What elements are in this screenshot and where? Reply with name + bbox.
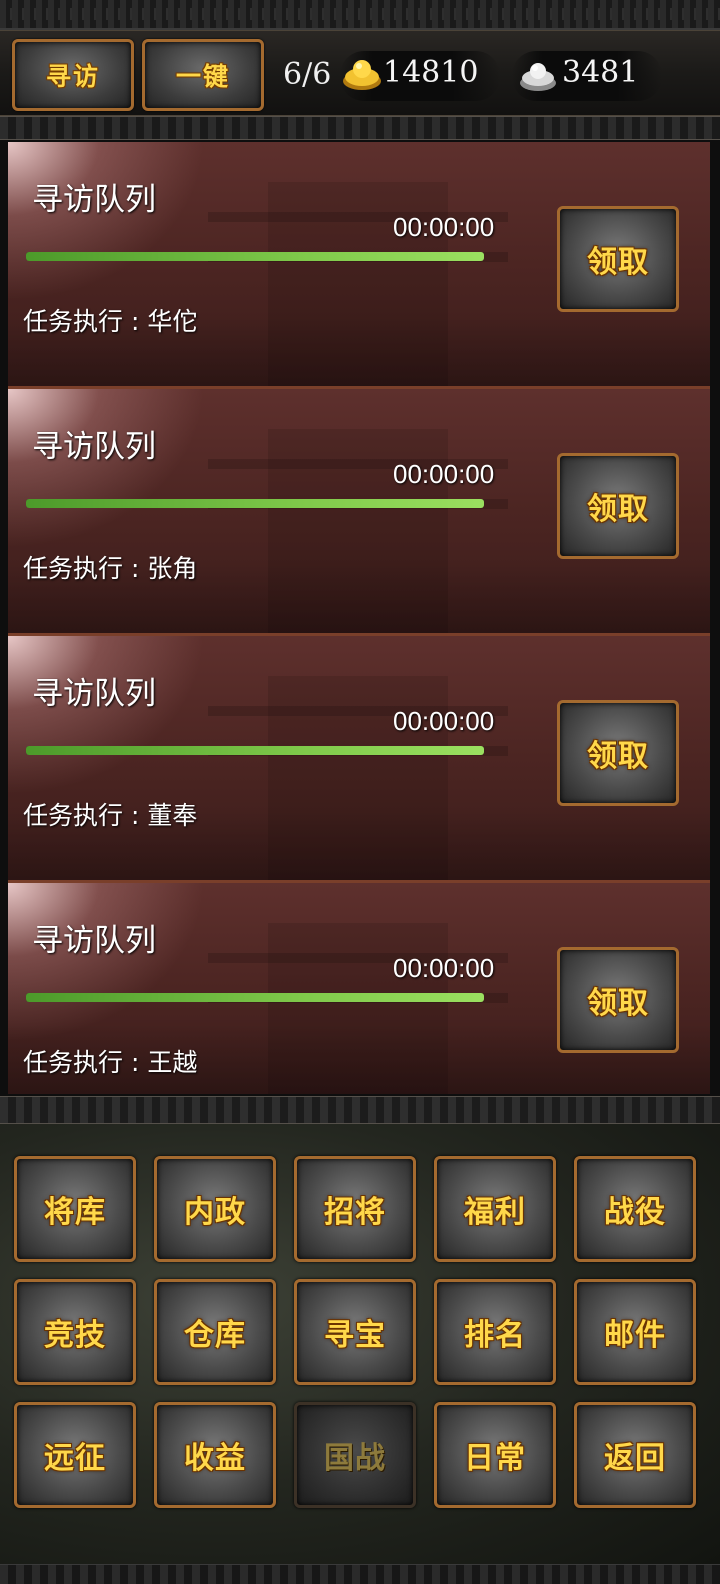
nav-button-2-4[interactable]: 返回 [574, 1402, 696, 1508]
nav-button-label: 战役 [604, 1195, 666, 1230]
nav-button-label: 国战 [324, 1441, 386, 1476]
nav-button-label: 仓库 [184, 1318, 246, 1353]
queue-executor: 任务执行 : 王越 [23, 1048, 198, 1077]
queue-card: 寻访队列 00:00:00 任务执行 : 王越 领取 [8, 883, 710, 1094]
queue-executor: 任务执行 : 华佗 [23, 307, 198, 336]
queue-progress-fill [26, 252, 484, 261]
claim-button[interactable]: 领取 [557, 206, 679, 312]
nav-button-label: 寻宝 [324, 1318, 386, 1353]
nav-button-0-0[interactable]: 将库 [14, 1156, 136, 1262]
claim-button[interactable]: 领取 [557, 453, 679, 559]
nav-button-1-1[interactable]: 仓库 [154, 1279, 276, 1385]
queue-progress-bar [26, 993, 484, 1002]
bottom-decorative-band [0, 1564, 720, 1584]
nav-button-2-1[interactable]: 收益 [154, 1402, 276, 1508]
nav-button-0-1[interactable]: 内政 [154, 1156, 276, 1262]
queue-title: 寻访队列 [32, 923, 156, 959]
nav-button-2-3[interactable]: 日常 [434, 1402, 556, 1508]
queue-progress-fill [26, 746, 484, 755]
silver-value: 3481 [562, 55, 639, 90]
queue-executor: 任务执行 : 张角 [23, 554, 198, 583]
main-nav-panel: 将库 内政 招将 福利 战役竞技 仓库 寻宝 排名 邮件远征 收益 国战 日常 返回 [0, 1124, 720, 1564]
queue-progress-fill [26, 993, 484, 1002]
nav-button-0-3[interactable]: 福利 [434, 1156, 556, 1262]
gold-value: 14810 [383, 55, 479, 90]
nav-button-label: 返回 [604, 1441, 666, 1476]
one-click-button[interactable]: 一键 [142, 39, 264, 111]
top-decorative-band [0, 0, 720, 30]
queue-executor: 任务执行 : 董奉 [23, 801, 198, 830]
visit-button[interactable]: 寻访 [12, 39, 134, 111]
claim-button[interactable]: 领取 [557, 947, 679, 1053]
nav-button-2-2[interactable]: 国战 [294, 1402, 416, 1508]
one-click-button-label: 一键 [175, 62, 230, 91]
queue-title: 寻访队列 [32, 182, 156, 218]
nav-button-label: 将库 [44, 1195, 106, 1230]
nav-button-1-2[interactable]: 寻宝 [294, 1279, 416, 1385]
nav-button-0-2[interactable]: 招将 [294, 1156, 416, 1262]
nav-button-label: 内政 [184, 1195, 246, 1230]
nav-button-0-4[interactable]: 战役 [574, 1156, 696, 1262]
resource-header: 寻访 一键 6/6 14810 3481 [0, 30, 720, 116]
queue-timer: 00:00:00 [393, 706, 495, 736]
nav-button-label: 竞技 [44, 1318, 106, 1353]
nav-button-1-4[interactable]: 邮件 [574, 1279, 696, 1385]
queue-timer: 00:00:00 [393, 212, 495, 242]
nav-button-1-3[interactable]: 排名 [434, 1279, 556, 1385]
queue-title: 寻访队列 [32, 429, 156, 465]
gold-ingot-icon [343, 60, 381, 90]
queue-card: 寻访队列 00:00:00 任务执行 : 张角 领取 [8, 389, 710, 636]
nav-button-2-0[interactable]: 远征 [14, 1402, 136, 1508]
nav-button-label: 收益 [184, 1441, 246, 1476]
queue-progress-bar [26, 746, 484, 755]
queue-progress-fill [26, 499, 484, 508]
list-bottom-divider [0, 1096, 720, 1124]
nav-button-1-0[interactable]: 竞技 [14, 1279, 136, 1385]
header-divider [0, 116, 720, 140]
queue-timer: 00:00:00 [393, 459, 495, 489]
queue-progress-bar [26, 499, 484, 508]
claim-button-label: 领取 [587, 245, 649, 280]
silver-ingot-icon [520, 63, 556, 91]
visit-queue-list: 寻访队列 00:00:00 任务执行 : 华佗 领取 寻访队列 00:00:00… [8, 142, 710, 1094]
nav-button-label: 邮件 [604, 1318, 666, 1353]
nav-button-label: 福利 [464, 1195, 526, 1230]
visit-button-label: 寻访 [45, 62, 100, 91]
nav-button-label: 日常 [464, 1441, 526, 1476]
claim-button-label: 领取 [587, 986, 649, 1021]
queue-card: 寻访队列 00:00:00 任务执行 : 华佗 领取 [8, 142, 710, 389]
queue-card: 寻访队列 00:00:00 任务执行 : 董奉 领取 [8, 636, 710, 883]
nav-button-label: 排名 [464, 1318, 526, 1353]
queue-title: 寻访队列 [32, 676, 156, 712]
claim-button[interactable]: 领取 [557, 700, 679, 806]
nav-button-label: 远征 [44, 1441, 106, 1476]
queue-timer: 00:00:00 [393, 953, 495, 983]
queue-count: 6/6 [283, 57, 332, 92]
claim-button-label: 领取 [587, 739, 649, 774]
claim-button-label: 领取 [587, 492, 649, 527]
nav-button-label: 招将 [324, 1195, 386, 1230]
queue-progress-bar [26, 252, 484, 261]
